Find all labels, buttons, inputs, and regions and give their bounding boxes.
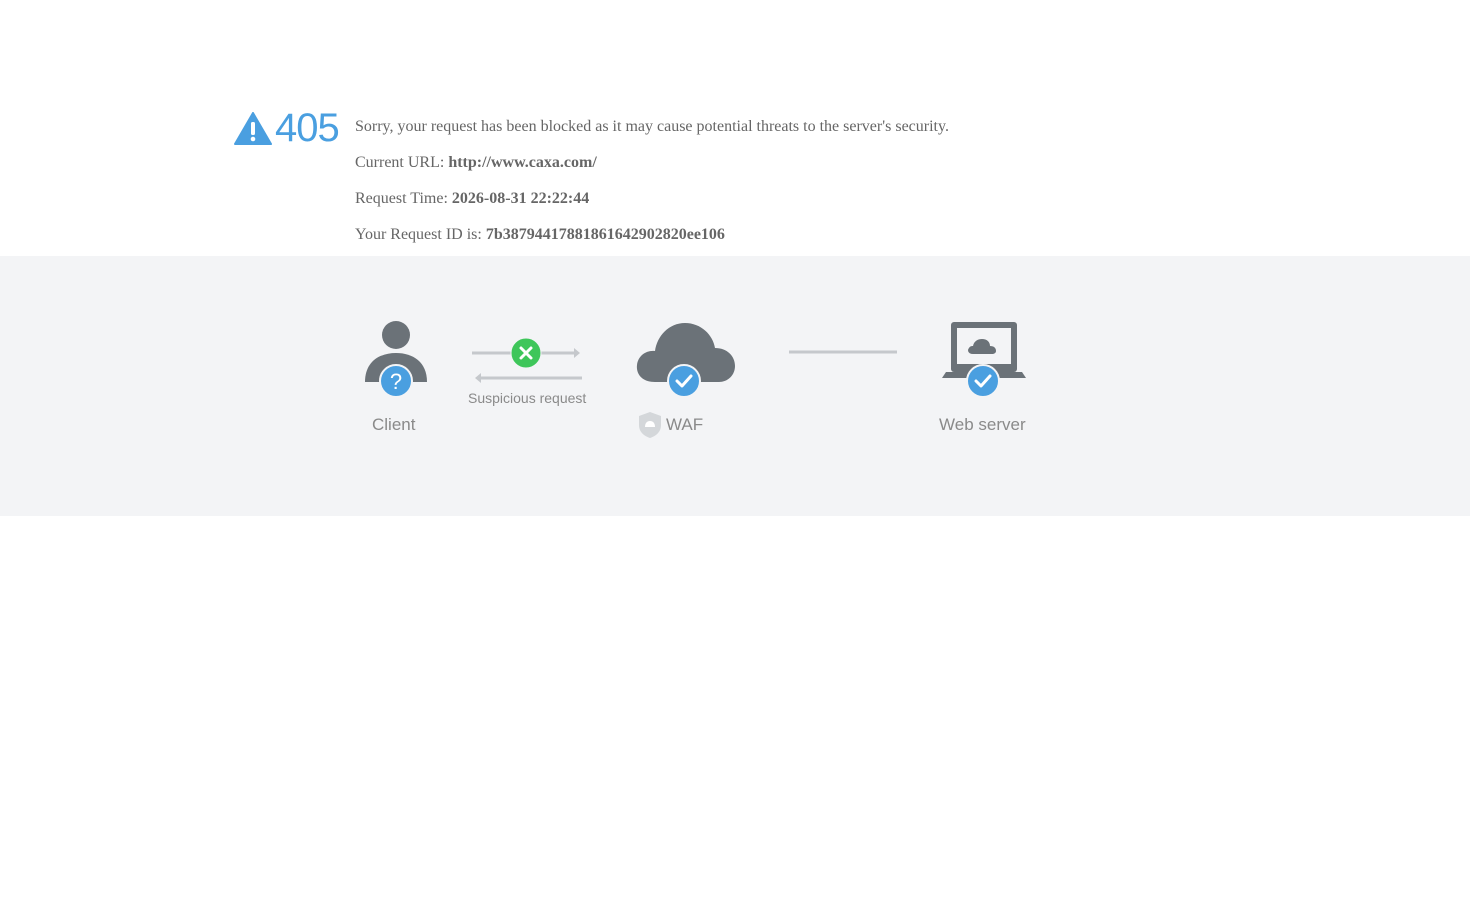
client-label: Client (372, 415, 416, 434)
waf-label: WAF (666, 415, 704, 434)
request-id-row: Your Request ID is: 7b387944178818616429… (355, 224, 949, 260)
error-details: Sorry, your request has been blocked as … (355, 116, 949, 260)
cloud-icon (636, 323, 735, 398)
waf-node (635, 320, 737, 400)
check-icon (966, 364, 1000, 398)
request-id-value: 7b38794417881861642902820ee106 (485, 226, 725, 243)
request-time-value: 2026-08-31 22:22:44 (451, 190, 590, 207)
svg-text:?: ? (390, 369, 402, 394)
warning-triangle-icon (234, 112, 272, 145)
question-icon: ? (379, 364, 413, 398)
blocked-page: 405 Sorry, your request has been blocked… (0, 0, 1470, 923)
error-header: 405 (234, 106, 344, 150)
request-arrows (470, 338, 586, 386)
check-icon (667, 364, 701, 398)
current-url-label: Current URL: (355, 154, 449, 171)
error-message: Sorry, your request has been blocked as … (355, 118, 949, 135)
request-id-label: Your Request ID is: (355, 226, 486, 243)
suspicious-request-label: Suspicious request (468, 390, 587, 406)
laptop-icon (942, 322, 1026, 398)
user-icon: ? (365, 321, 427, 398)
close-icon (510, 338, 542, 369)
current-url-value: http://www.caxa.com/ (448, 154, 597, 171)
web-server-node (940, 320, 1028, 400)
server-connector (789, 349, 899, 355)
request-time-label: Request Time: (355, 190, 452, 207)
client-node: ? (362, 320, 430, 398)
web-server-label: Web server (939, 415, 1026, 434)
flow-diagram: ? Client Suspicious request WAF Web serv… (0, 256, 1470, 516)
shield-icon (638, 411, 662, 439)
request-time-row: Request Time: 2026-08-31 22:22:44 (355, 188, 949, 224)
current-url-row: Current URL: http://www.caxa.com/ (355, 152, 949, 188)
error-code: 405 (275, 106, 340, 150)
